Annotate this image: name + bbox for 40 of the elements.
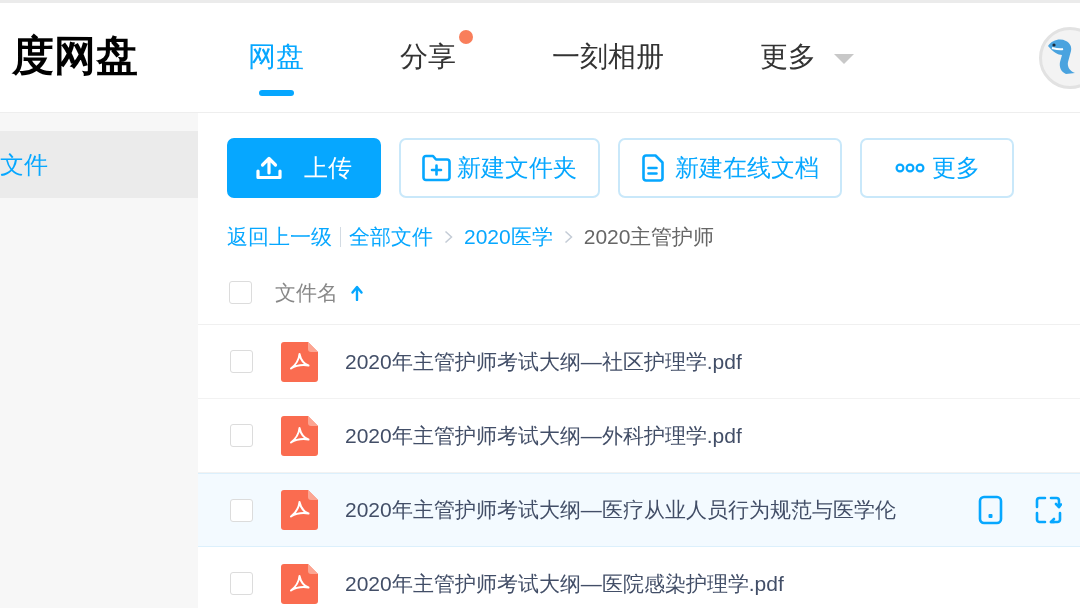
checkbox[interactable] bbox=[229, 281, 252, 304]
new-folder-button[interactable]: 新建文件夹 bbox=[399, 138, 600, 198]
file-name[interactable]: 2020年主管护师考试大纲—医院感染护理学.pdf bbox=[345, 569, 784, 598]
pdf-file-icon bbox=[281, 490, 318, 530]
phone-icon[interactable] bbox=[978, 495, 1003, 525]
caret-down-icon bbox=[834, 54, 854, 64]
chevron-right-icon bbox=[444, 230, 453, 244]
document-icon bbox=[641, 154, 664, 182]
pdf-file-icon bbox=[281, 341, 318, 382]
dots-icon bbox=[894, 163, 925, 173]
breadcrumb-link[interactable]: 全部文件 bbox=[349, 223, 433, 251]
chevron-right-icon bbox=[563, 230, 573, 244]
back-link[interactable]: 返回上一级 bbox=[227, 223, 332, 251]
breadcrumb-current: 2020主管护师 bbox=[583, 224, 715, 250]
logo-text: 度网盘 bbox=[12, 34, 138, 77]
nav-tab[interactable]: 一刻相册 bbox=[552, 37, 664, 77]
arrow-up-icon[interactable] bbox=[351, 284, 363, 301]
upload-icon bbox=[256, 156, 282, 180]
sidebar-item[interactable]: 文件 bbox=[0, 131, 198, 198]
pdf-file-icon bbox=[281, 415, 318, 456]
nav-tab[interactable]: 分享 bbox=[400, 37, 456, 77]
highlighted-row[interactable]: 2020年主管护师考试大纲—医疗从业人员行为规范与医学伦 bbox=[198, 473, 1080, 547]
avatar-icon[interactable] bbox=[1038, 26, 1080, 89]
pdf-file-icon bbox=[281, 563, 318, 604]
active-tab-indicator bbox=[258, 90, 294, 96]
breadcrumb-link[interactable]: 2020医学 bbox=[464, 223, 553, 251]
new-document-button[interactable]: 新建在线文档 bbox=[618, 138, 842, 198]
checkbox[interactable] bbox=[230, 572, 253, 595]
more-button[interactable]: 更多 bbox=[860, 138, 1014, 198]
nav-tab[interactable]: 更多 bbox=[760, 37, 854, 77]
column-header[interactable]: 文件名 bbox=[275, 278, 338, 307]
file-name[interactable]: 2020年主管护师考试大纲—医疗从业人员行为规范与医学伦 bbox=[345, 496, 896, 524]
checkbox[interactable] bbox=[230, 424, 253, 447]
checkbox[interactable] bbox=[230, 498, 253, 522]
file-name[interactable]: 2020年主管护师考试大纲—社区护理学.pdf bbox=[345, 347, 742, 376]
folder-plus-icon bbox=[422, 154, 451, 182]
file-name[interactable]: 2020年主管护师考试大纲—外科护理学.pdf bbox=[345, 421, 742, 450]
upload-button[interactable]: 上传 bbox=[227, 138, 381, 198]
checkbox[interactable] bbox=[230, 350, 253, 373]
nav-tab[interactable]: 网盘 bbox=[248, 37, 304, 96]
